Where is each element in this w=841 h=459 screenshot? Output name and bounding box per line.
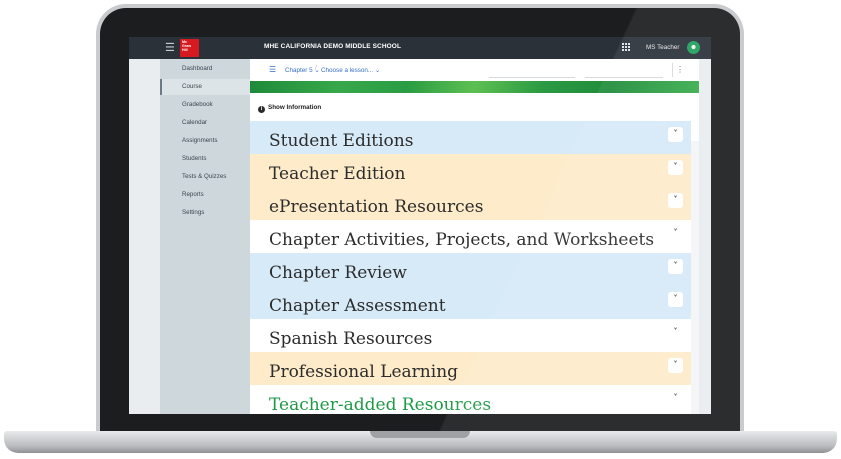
sidebar-item-reports[interactable]: Reports <box>160 187 250 203</box>
scrollbar-track[interactable] <box>691 141 699 414</box>
field-underline <box>585 77 663 78</box>
info-icon: i <box>258 106 265 113</box>
section-label: Student Editions <box>269 131 414 151</box>
section-chapter-assessment[interactable]: Chapter Assessment ˅ <box>250 286 691 319</box>
grid-icon[interactable] <box>622 43 630 51</box>
sidebar-item-course[interactable]: Course <box>160 79 250 95</box>
sidebar-item-students[interactable]: Students <box>160 151 250 167</box>
sidebar-item-settings[interactable]: Settings <box>160 205 250 221</box>
main-content: ☰ Chapter 5 ⌄ / Choose a lesson... ⌄ ⋮ i… <box>250 59 699 414</box>
sidebar-item-assignments[interactable]: Assignments <box>160 133 250 149</box>
list-icon[interactable]: ☰ <box>269 65 276 75</box>
user-avatar-icon[interactable]: ☻ <box>687 41 700 54</box>
top-navigation-bar: ☰ Mc Graw Hill MHE CALIFORNIA DEMO MIDDLE … <box>129 37 711 59</box>
section-chapter-review[interactable]: Chapter Review ˅ <box>250 253 691 286</box>
lesson-dropdown[interactable]: Choose a lesson... ⌄ <box>321 66 380 75</box>
breadcrumb-separator: / <box>315 65 317 72</box>
chevron-down-icon[interactable]: ˅ <box>668 193 683 208</box>
sidebar-item-calendar[interactable]: Calendar <box>160 115 250 131</box>
sidebar-item-tests-quizzes[interactable]: Tests & Quizzes <box>160 169 250 185</box>
show-information-label: Show Information <box>268 104 322 111</box>
section-teacher-added-resources[interactable]: Teacher-added Resources ˅ <box>250 385 691 414</box>
laptop-screen: ☰ Mc Graw Hill MHE CALIFORNIA DEMO MIDDLE … <box>129 37 711 414</box>
chevron-down-icon[interactable]: ˅ <box>668 391 683 406</box>
section-label: Teacher Edition <box>269 164 406 184</box>
field-underline <box>489 77 575 78</box>
section-label: Spanish Resources <box>269 329 433 349</box>
chevron-down-icon[interactable]: ˅ <box>668 160 683 175</box>
chevron-down-icon[interactable]: ˅ <box>668 325 683 340</box>
section-label: Teacher-added Resources <box>269 395 492 414</box>
section-epresentation-resources[interactable]: ePresentation Resources ˅ <box>250 187 691 220</box>
section-label: Professional Learning <box>269 362 459 382</box>
chevron-down-icon[interactable]: ˅ <box>668 292 683 307</box>
school-name: MHE CALIFORNIA DEMO MIDDLE SCHOOL <box>264 43 402 50</box>
laptop-opening-notch <box>370 431 470 438</box>
user-name[interactable]: MS Teacher <box>646 44 679 51</box>
section-label: ePresentation Resources <box>269 197 484 217</box>
sidebar-item-dashboard[interactable]: Dashboard <box>160 61 250 77</box>
hamburger-icon[interactable]: ☰ <box>165 42 175 54</box>
section-label: Chapter Review <box>269 263 407 283</box>
show-information-toggle[interactable]: i Show Information <box>258 103 321 113</box>
lesson-selector-bar: ☰ Chapter 5 ⌄ / Choose a lesson... ⌄ ⋮ <box>250 59 699 81</box>
chevron-down-icon[interactable]: ˅ <box>668 127 683 142</box>
sidebar-nav: Dashboard Course Gradebook Calendar Assignme… <box>160 59 250 414</box>
section-teacher-edition[interactable]: Teacher Edition ˅ <box>250 154 691 187</box>
section-label: Chapter Activities, Projects, and Worksh… <box>269 230 655 250</box>
section-chapter-activities-projects-and-worksheets[interactable]: Chapter Activities, Projects, and Worksh… <box>250 220 691 253</box>
chevron-down-icon[interactable]: ˅ <box>668 226 683 241</box>
green-banner <box>250 81 699 93</box>
section-student-editions[interactable]: Student Editions ˅ <box>250 121 691 154</box>
sidebar-item-gradebook[interactable]: Gradebook <box>160 97 250 113</box>
kebab-icon[interactable]: ⋮ <box>672 63 687 77</box>
chevron-down-icon[interactable]: ˅ <box>668 259 683 274</box>
section-spanish-resources[interactable]: Spanish Resources ˅ <box>250 319 691 352</box>
chevron-down-icon[interactable]: ˅ <box>668 358 683 373</box>
section-label: Chapter Assessment <box>269 296 446 316</box>
section-professional-learning[interactable]: Professional Learning ˅ <box>250 352 691 385</box>
mcgraw-hill-logo[interactable]: Mc Graw Hill <box>180 39 199 57</box>
